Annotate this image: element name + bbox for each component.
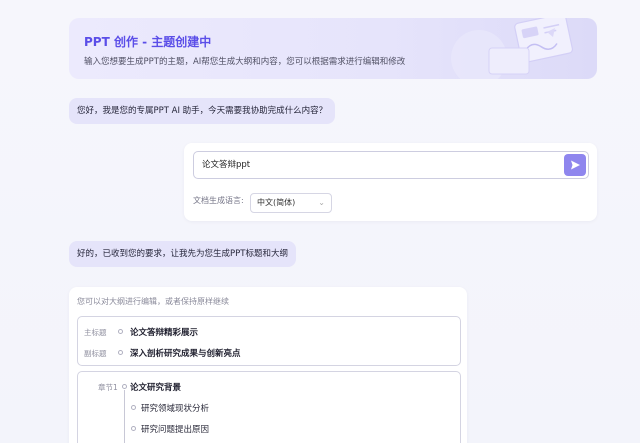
chapter-block: 章节1 论文研究背景 研究领域现状分析 研究问题提出原因	[77, 371, 461, 443]
topic-input-value[interactable]: 论文答辩ppt	[202, 152, 250, 178]
outline-hint: 您可以对大纲进行编辑，或者保持原样继续	[77, 297, 229, 306]
section-dot	[131, 405, 136, 410]
section-item[interactable]: 研究领域现状分析	[141, 402, 209, 414]
title-block: 主标题 论文答辩精彩展示 副标题 深入剖析研究成果与创新亮点	[77, 316, 461, 366]
language-select-value: 中文(简体)	[257, 198, 296, 207]
presentation-illustration-icon	[451, 18, 574, 79]
subtitle-dot	[118, 350, 123, 355]
chapter-label: 章节1	[98, 383, 118, 392]
outline-editor-card: 您可以对大纲进行编辑，或者保持原样继续 主标题 论文答辩精彩展示 副标题 深入剖…	[69, 287, 467, 443]
main-title-dot	[118, 329, 123, 334]
send-icon	[571, 160, 580, 170]
send-button[interactable]	[564, 154, 586, 176]
main-title-text[interactable]: 论文答辩精彩展示	[130, 326, 198, 338]
chapter-dot	[122, 384, 127, 389]
language-label: 文档生成语言:	[193, 196, 244, 205]
chevron-down-icon: ⌄	[318, 198, 325, 207]
assistant-greeting-bubble: 您好，我是您的专属PPT AI 助手，今天需要我协助完成什么内容？	[69, 98, 336, 124]
main-title-label: 主标题	[84, 328, 107, 337]
chapter-title[interactable]: 论文研究背景	[130, 381, 181, 393]
subtitle-label: 副标题	[84, 349, 107, 358]
language-select[interactable]: 中文(简体) ⌄	[250, 193, 332, 213]
assistant-reply-bubble: 好的，已收到您的要求，让我先为您生成PPT标题和大纲	[69, 241, 296, 267]
topic-input[interactable]: 论文答辩ppt	[193, 151, 589, 179]
page-title: PPT 创作 - 主题创建中	[84, 35, 212, 49]
subtitle-text[interactable]: 深入剖析研究成果与创新亮点	[130, 347, 241, 359]
section-dot	[131, 426, 136, 431]
section-item[interactable]: 研究问题提出原因	[141, 423, 209, 435]
page-description: 输入您想要生成PPT的主题，AI帮您生成大纲和内容，您可以根据需求进行编辑和修改	[84, 57, 406, 67]
topic-input-card: 论文答辩ppt 文档生成语言: 中文(简体) ⌄	[184, 143, 597, 221]
header-banner: PPT 创作 - 主题创建中 输入您想要生成PPT的主题，AI帮您生成大纲和内容…	[69, 18, 597, 79]
tree-connector	[124, 390, 125, 443]
